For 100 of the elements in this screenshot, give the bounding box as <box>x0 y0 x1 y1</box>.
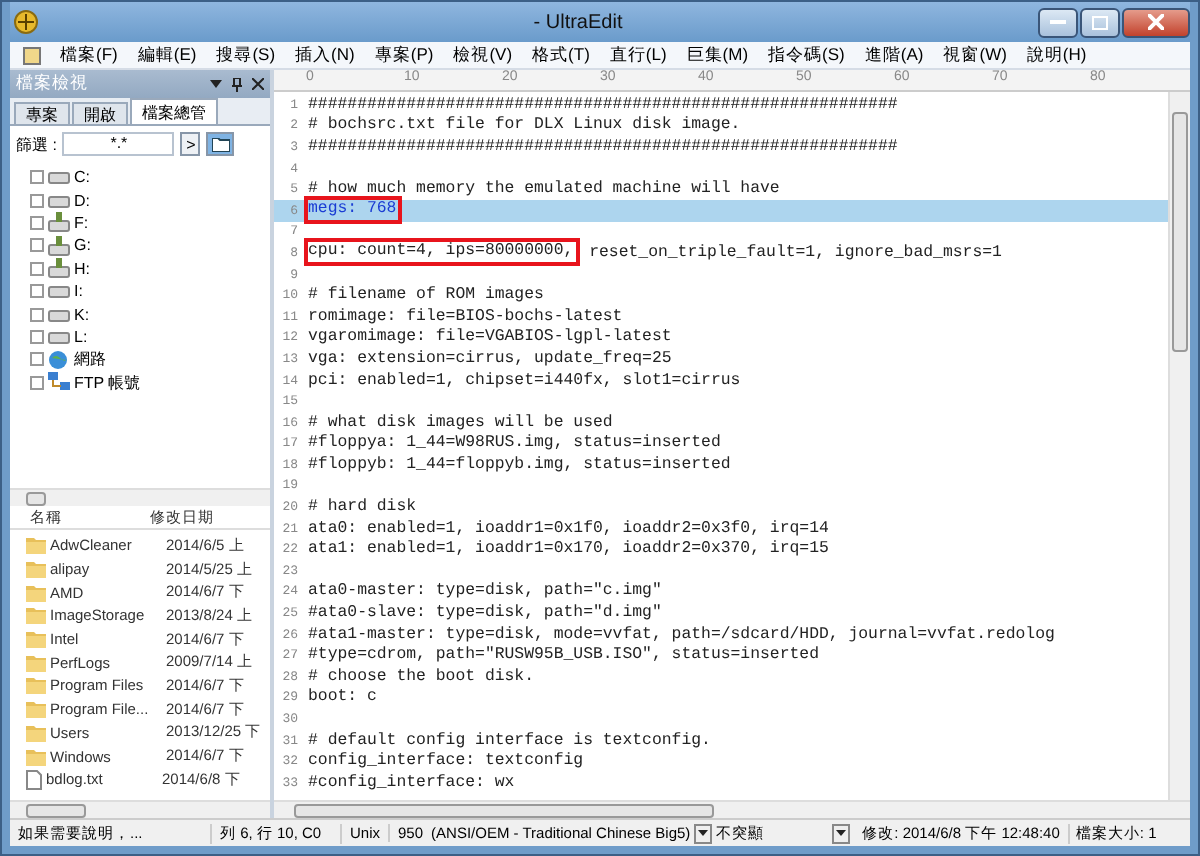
code-line: # hard disk <box>308 498 417 517</box>
network-drive-icon <box>48 212 70 233</box>
filter-field[interactable]: *.* <box>62 132 175 156</box>
code-line: #type=cdrom, path="RUSW95B_USB.ISO", status=inserted <box>308 646 819 665</box>
close-icon[interactable] <box>252 78 264 90</box>
tree-item[interactable]: FTP 帳號 <box>74 371 141 394</box>
tree-item[interactable]: H: <box>74 259 90 278</box>
close-icon <box>1148 14 1164 30</box>
code-line: vga: extension=cirrus, update_freq=25 <box>308 349 672 368</box>
code-line: ata0-master: type=disk, path="c.img" <box>308 582 662 601</box>
filter-label: 篩選 : <box>16 133 57 155</box>
code-line: #floppyb: 1_44=floppyb.img, status=inserted <box>308 455 731 474</box>
folder-icon <box>26 536 46 555</box>
menu-item[interactable]: 檢視(V) <box>443 43 523 67</box>
vertical-scrollbar[interactable] <box>1168 92 1190 800</box>
code-line: # how much memory the emulated machine will have <box>308 180 780 199</box>
caret-icon <box>698 830 709 836</box>
folder-icon <box>26 700 46 719</box>
code-line: #ata1-master: type=disk, mode=vvfat, path=/sdcard/HDD, journal=vvfat.redolog <box>308 625 1055 644</box>
panel-tab[interactable]: 開啟 <box>72 102 128 124</box>
menu-item[interactable]: 插入(N) <box>285 43 365 67</box>
code-line: #ata0-slave: type=disk, path="d.img" <box>308 604 662 623</box>
computers-icon <box>48 372 70 393</box>
tree-item[interactable]: I: <box>74 282 83 301</box>
code-line: config_interface: textconfig <box>308 752 584 771</box>
tree-item[interactable]: L: <box>74 327 88 346</box>
code-line: # choose the boot disk. <box>308 667 535 686</box>
menu-item[interactable]: 進階(A) <box>854 43 934 67</box>
panel-tab[interactable]: 專案 <box>14 102 70 124</box>
maximize-button[interactable] <box>1080 7 1120 37</box>
menu-item[interactable]: 直行(L) <box>599 43 677 67</box>
folder-icon <box>26 630 46 649</box>
drive-icon <box>48 170 70 185</box>
minimize-button[interactable] <box>1038 7 1078 37</box>
network-drive-icon <box>48 235 70 256</box>
code-line: romimage: file=BIOS-bochs-latest <box>308 307 623 326</box>
menu-item[interactable]: 格式(T) <box>522 43 600 67</box>
code-line: # what disk images will be used <box>308 413 613 432</box>
encoding-dropdown[interactable] <box>694 823 713 843</box>
code-line: ata0: enabled=1, ioaddr1=0x1f0, ioaddr2=0x3f0, irq=14 <box>308 519 829 538</box>
app-icon <box>14 10 38 34</box>
folder-icon <box>26 560 46 579</box>
highlight-dropdown[interactable] <box>832 823 851 843</box>
tree-item[interactable]: F: <box>74 213 89 232</box>
menu-item[interactable]: 專案(P) <box>364 43 444 67</box>
tree-item[interactable]: D: <box>74 191 90 210</box>
folder-icon <box>26 653 46 672</box>
panel-title: 檔案檢視 <box>16 72 90 96</box>
code-line: boot: c <box>308 688 377 707</box>
highlighted-code: cpu: count=4, ips=80000000, <box>304 238 580 267</box>
minimize-icon <box>1050 19 1066 25</box>
menu-item[interactable]: 檔案(F) <box>50 43 128 67</box>
horizontal-scrollbar[interactable] <box>10 488 270 506</box>
folder-button[interactable] <box>206 132 235 156</box>
horizontal-scrollbar[interactable] <box>274 800 1190 818</box>
window-title: - UltraEdit <box>531 11 625 33</box>
apply-filter-button[interactable]: > <box>180 132 201 156</box>
folder-icon <box>26 676 46 695</box>
menu-item[interactable]: 視窗(W) <box>933 43 1017 67</box>
highlighted-code: megs: 768 <box>304 196 403 225</box>
drive-icon <box>48 329 70 344</box>
caret-icon[interactable] <box>210 80 222 88</box>
close-button[interactable] <box>1122 7 1190 37</box>
folder-icon <box>26 606 46 625</box>
code-line: # filename of ROM images <box>308 286 544 305</box>
pin-icon[interactable] <box>232 77 242 91</box>
drive-icon <box>48 193 70 208</box>
horizontal-scrollbar[interactable] <box>10 800 270 818</box>
text-editor[interactable] <box>274 70 1190 818</box>
code-line: ############################################################ <box>308 137 898 156</box>
panel-tab[interactable]: 檔案總管 <box>130 98 218 124</box>
tree-item[interactable]: C: <box>74 168 90 187</box>
tree-item[interactable]: K: <box>74 305 90 324</box>
folder-icon <box>26 723 46 742</box>
menu-item[interactable]: 巨集(M) <box>676 43 759 67</box>
maximize-icon <box>1092 15 1108 29</box>
code-line: reset_on_triple_fault=1, ignore_bad_msrs=1 <box>587 243 1002 262</box>
drive-icon <box>48 307 70 322</box>
code-line: ata1: enabled=1, ioaddr1=0x170, ioaddr2=0x370, irq=15 <box>308 540 829 559</box>
menu-item[interactable]: 指令碼(S) <box>758 43 855 67</box>
code-line: # bochsrc.txt file for DLX Linux disk image. <box>308 116 741 135</box>
menu-item[interactable]: 搜尋(S) <box>206 43 286 67</box>
network-drive-icon <box>48 258 70 279</box>
code-line: #floppya: 1_44=W98RUS.img, status=inserted <box>308 434 721 453</box>
tree-item[interactable]: 網路 <box>74 348 106 371</box>
menu-item[interactable]: 編輯(E) <box>127 43 207 67</box>
code-line: pci: enabled=1, chipset=i440fx, slot1=cirrus <box>308 371 741 390</box>
document-icon <box>26 769 42 790</box>
code-line: # default config interface is textconfig. <box>308 731 711 750</box>
drive-icon <box>48 284 70 299</box>
folder-icon <box>26 583 46 602</box>
document-icon <box>22 45 42 65</box>
globe-icon <box>48 349 70 370</box>
folder-icon <box>26 747 46 766</box>
code-line: ############################################################ <box>308 95 898 114</box>
tree-item[interactable]: G: <box>74 236 91 255</box>
code-line: vgaromimage: file=VGABIOS-lgpl-latest <box>308 328 672 347</box>
code-line: #config_interface: wx <box>308 773 515 792</box>
caret-icon <box>836 830 847 836</box>
menu-item[interactable]: 說明(H) <box>1016 43 1097 67</box>
